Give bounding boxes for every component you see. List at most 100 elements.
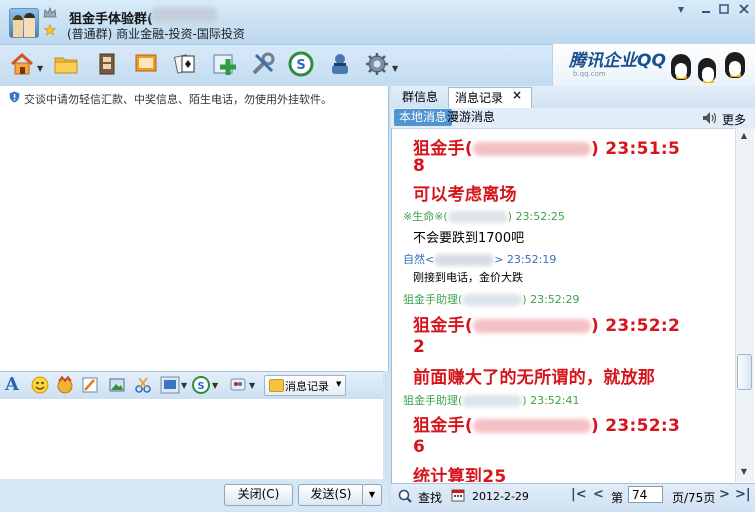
history-highlight-line: 8 [413,156,425,176]
more-button[interactable]: 更多 [722,111,746,128]
shield-icon [9,91,20,103]
message-sender-line: 狙金手助理( ) 23:52:41 [403,392,580,408]
highlight-text: 8 [413,156,426,176]
pin-button[interactable] [670,2,692,19]
speaker-icon[interactable] [702,111,718,125]
history-highlight-line: 狙金手() 23:51:5 [413,134,680,159]
history-highlight-line: 可以考虑离场 [413,180,517,205]
date-label[interactable]: 2012-2-29 [472,490,529,503]
highlight-time: ) 23:52:2 [590,316,681,336]
message-history-button[interactable]: 消息记录 ▼ [264,375,346,396]
last-page-button[interactable]: >| [735,487,751,502]
close-icon [739,4,749,14]
shopping-s-small-icon[interactable]: S [192,376,210,394]
highlight-text: 统计算到25 [413,467,507,482]
group-description: (普通群) 商业金融-投资-国际投资 [67,27,245,41]
subtab-roaming-messages[interactable]: 漫游消息 [447,109,495,126]
message-history-caret[interactable]: ▼ [336,380,341,388]
user-card-icon[interactable] [327,51,353,77]
film-icon[interactable] [94,51,120,77]
folder-icon[interactable] [53,51,79,77]
screenshot-scissors-icon[interactable] [134,376,152,394]
screen-share-icon[interactable] [160,376,180,394]
first-page-button[interactable]: |< [571,487,587,502]
history-highlight-line: 狙金手( ) 23:52:3 [413,411,680,436]
ad-url: b.qq.com [573,70,606,78]
scroll-up-arrow[interactable]: ▲ [736,131,752,145]
sender-name[interactable]: 自然< [403,253,434,266]
close-button[interactable]: 关闭(C) [224,484,293,506]
prev-page-button[interactable]: < [593,487,604,502]
cards-icon[interactable] [172,51,198,77]
search-icon[interactable] [398,489,412,503]
history-highlight-line: 2 [413,337,425,357]
minimize-icon [702,11,710,13]
crown-icon [43,7,57,18]
highlight-text: 6 [413,437,426,457]
screen-icon[interactable] [133,51,159,77]
tools-icon[interactable] [250,51,276,77]
highlight-text: 狙金手( [413,416,473,436]
shopping-s-icon[interactable]: S [288,51,314,77]
highlight-time: ) 23:52:3 [590,416,681,436]
maximize-button[interactable] [713,2,735,19]
message-input[interactable] [0,399,383,479]
enterprise-qq-ad[interactable]: 腾讯企业QQ b.qq.com [552,44,755,86]
history-highlight-line: 前面赚大了的无所谓的，就放那 [413,363,655,388]
scroll-down-arrow[interactable]: ▼ [736,467,752,481]
image-icon[interactable] [108,376,126,394]
redacted-id [462,395,523,407]
message-history-label: 消息记录 [285,380,329,393]
calendar-icon[interactable] [451,488,465,502]
shopping-caret[interactable]: ▼ [212,381,218,390]
redacted-id [434,254,495,266]
penguin-mascot-icon [671,54,691,80]
tab-close-icon[interactable]: × [512,88,522,102]
add-app-icon[interactable] [211,51,237,77]
redacted-id [472,142,591,156]
highlight-text: 狙金手( [413,316,473,336]
screen-share-caret[interactable]: ▼ [181,381,187,390]
history-list: 狙金手() 23:51:5 8 可以考虑离场 ※生命※() 23:52:25 不会要跌到… [393,128,733,482]
page-total: 页/75页 [672,491,716,505]
sender-name[interactable]: 狙金手助理( [403,293,462,306]
highlight-text: 前面赚大了的无所谓的，就放那 [413,368,656,388]
next-page-button[interactable]: > [719,487,730,502]
voice-chat-caret[interactable]: ▼ [249,381,255,390]
history-scrollbar[interactable] [735,128,754,482]
redacted-id [462,294,523,306]
settings-gear-icon[interactable] [364,51,390,77]
search-label[interactable]: 查找 [418,489,442,506]
svg-text:S: S [197,381,204,392]
close-window-button[interactable] [733,2,755,19]
send-options-dropdown[interactable]: ▼ [362,484,382,506]
page-number-input[interactable]: 74 [628,486,663,503]
chat-message-area[interactable] [0,86,389,371]
home-dropdown-caret[interactable]: ▼ [37,64,43,73]
send-button[interactable]: 发送(S) [298,484,364,506]
highlight-time: ) 23:51:5 [590,139,681,159]
scroll-thumb[interactable] [737,354,752,390]
voice-chat-icon[interactable] [229,376,247,394]
penguin-mascot-icon [725,52,745,78]
ad-brand: 腾讯企业QQ [569,51,666,71]
message-time: ) 23:52:41 [522,394,580,407]
subtab-local-messages[interactable]: 本地消息 [394,109,453,126]
magic-emoji-icon[interactable] [56,376,74,394]
more-tools-caret[interactable]: ▼ [392,64,398,73]
emoji-icon[interactable] [31,376,49,394]
sender-name[interactable]: 狙金手助理( [403,394,462,407]
history-highlight-line: 狙金手( ) 23:52:2 [413,311,680,336]
group-avatar[interactable] [9,8,39,38]
tab-group-info[interactable]: 群信息 [396,87,444,108]
doodle-icon[interactable] [81,376,99,394]
penguin-mascot-icon [698,58,716,83]
redacted-id [472,319,591,333]
font-settings-button[interactable]: A [5,374,19,395]
sender-name[interactable]: ※生命※( [403,210,448,223]
tab-message-history-label: 消息记录 [455,91,504,105]
star-icon [44,24,56,36]
home-icon[interactable] [9,51,35,77]
redacted-id [447,211,508,223]
pin-icon [678,7,684,13]
